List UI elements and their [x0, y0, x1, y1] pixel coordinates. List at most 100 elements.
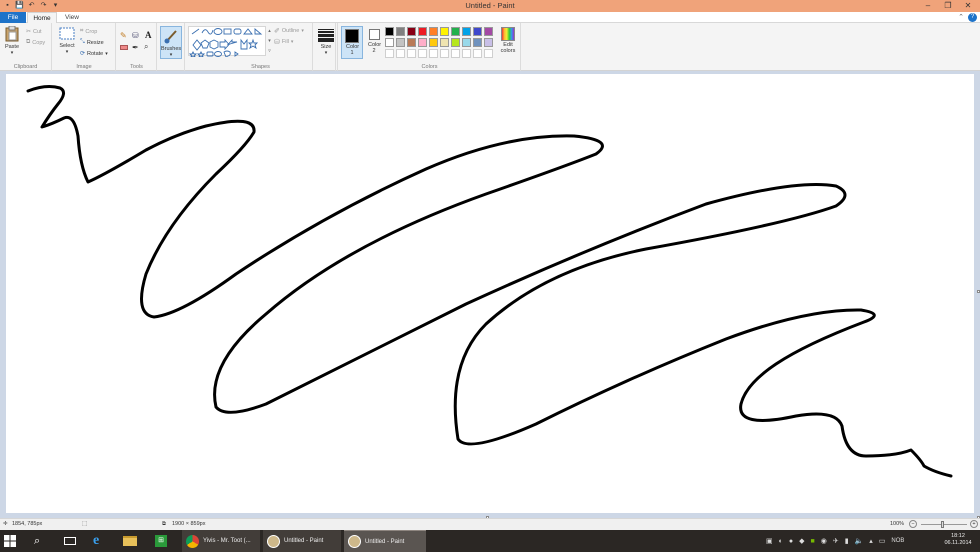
color-picker-icon[interactable]: ✒: [132, 43, 139, 52]
zoom-slider[interactable]: [921, 521, 967, 528]
taskbar-app-label: Yivis - Mr. Toot (...: [203, 538, 251, 544]
image-group-label: Image: [76, 64, 92, 70]
tray-app-icon[interactable]: ◐: [779, 538, 783, 545]
tray-app-icon[interactable]: ◉: [821, 537, 827, 545]
outline-button[interactable]: ✐ Outline ▾: [274, 27, 304, 35]
crop-button[interactable]: ⌗ Crop: [80, 28, 97, 35]
palette-swatch[interactable]: [462, 27, 471, 36]
tab-home[interactable]: Home: [27, 12, 57, 23]
minimize-button[interactable]: –: [918, 0, 938, 12]
palette-swatch[interactable]: [429, 49, 438, 58]
taskbar-app-chrome[interactable]: Yivis - Mr. Toot (...: [182, 530, 260, 552]
ribbon-tabs: File Home View ⌃ ?: [0, 12, 980, 23]
chevron-down-icon: ▾: [169, 52, 173, 58]
volume-icon[interactable]: 🔈: [855, 537, 864, 545]
text-tool-icon[interactable]: A: [145, 30, 152, 40]
chevron-down-icon: ▾: [290, 39, 294, 45]
palette-swatch[interactable]: [484, 27, 493, 36]
palette-swatch[interactable]: [407, 38, 416, 47]
palette-swatch[interactable]: [396, 38, 405, 47]
palette-swatch[interactable]: [451, 27, 460, 36]
task-view-icon[interactable]: [64, 530, 78, 552]
edit-colors-button[interactable]: Edit colors: [497, 26, 519, 54]
tray-app-icon[interactable]: ✈: [833, 537, 839, 545]
palette-swatch[interactable]: [473, 38, 482, 47]
palette-swatch[interactable]: [451, 49, 460, 58]
color1-button[interactable]: Color 1: [341, 26, 363, 59]
eraser-icon[interactable]: [120, 45, 128, 50]
palette-swatch[interactable]: [385, 38, 394, 47]
palette-swatch[interactable]: [473, 49, 482, 58]
palette-swatch[interactable]: [385, 27, 394, 36]
show-hidden-icons-icon[interactable]: ▴: [869, 537, 873, 545]
search-icon[interactable]: ⌕: [34, 530, 48, 552]
paste-button[interactable]: Paste ▾: [3, 25, 21, 56]
size-button[interactable]: Size ▾: [317, 27, 335, 56]
palette-swatch[interactable]: [440, 38, 449, 47]
edit-colors-label: Edit colors: [500, 42, 516, 54]
palette-swatch[interactable]: [484, 49, 493, 58]
fill-button[interactable]: ⛁ Fill ▾: [274, 38, 293, 46]
brushes-button[interactable]: Brushes ▾: [160, 26, 182, 59]
color2-button[interactable]: Color 2: [365, 27, 383, 59]
network-icon[interactable]: ▮: [845, 537, 849, 545]
battery-icon[interactable]: ▭: [879, 537, 886, 545]
palette-swatch[interactable]: [484, 38, 493, 47]
rotate-button[interactable]: ⟳ Rotate ▾: [80, 50, 108, 58]
start-button[interactable]: [3, 530, 21, 552]
palette-swatch[interactable]: [407, 49, 416, 58]
keyboard-language[interactable]: NOB: [891, 538, 904, 544]
copy-icon: ⧉: [26, 39, 31, 45]
palette-swatch[interactable]: [473, 27, 482, 36]
tray-app-icon[interactable]: ◆: [799, 537, 804, 545]
palette-swatch[interactable]: [418, 38, 427, 47]
brushes-group: Brushes ▾: [158, 23, 185, 71]
palette-swatch[interactable]: [462, 49, 471, 58]
maximize-button[interactable]: ❐: [938, 0, 958, 12]
chevron-up-icon[interactable]: ⌃: [958, 13, 964, 22]
taskbar-app-paint-2[interactable]: Untitled - Paint: [344, 530, 426, 552]
palette-swatch[interactable]: [418, 27, 427, 36]
close-button[interactable]: ✕: [958, 0, 978, 12]
drawing-canvas[interactable]: [6, 74, 980, 519]
nvidia-icon[interactable]: ■: [810, 538, 814, 545]
cut-button[interactable]: ✂ Cut: [26, 28, 42, 36]
resize-button[interactable]: ⤡ Resize: [80, 39, 104, 46]
help-icon[interactable]: ?: [968, 13, 977, 22]
palette-swatch[interactable]: [418, 49, 427, 58]
palette-swatch[interactable]: [396, 49, 405, 58]
tray-app-icon[interactable]: ▣: [766, 537, 773, 545]
freehand-stroke: [26, 85, 953, 478]
file-explorer-icon[interactable]: [123, 530, 139, 552]
palette-swatch[interactable]: [440, 27, 449, 36]
rainbow-icon: [501, 27, 515, 41]
tab-file[interactable]: File: [0, 12, 26, 23]
steam-icon[interactable]: ●: [789, 538, 793, 545]
palette-swatch[interactable]: [429, 27, 438, 36]
magnifier-icon[interactable]: ⌕: [144, 42, 148, 52]
zoom-slider-thumb[interactable]: [941, 521, 944, 528]
palette-swatch[interactable]: [451, 38, 460, 47]
copy-button[interactable]: ⧉ Copy: [26, 39, 45, 46]
shapes-icon: [188, 28, 263, 58]
shapes-gallery[interactable]: [188, 26, 266, 58]
zoom-out-button[interactable]: −: [909, 520, 917, 528]
shapes-scroll[interactable]: ▴ ▾ ▿: [267, 26, 272, 56]
internet-explorer-icon[interactable]: e: [93, 530, 109, 552]
clock[interactable]: 18:12 06.11.2014: [940, 533, 976, 547]
zoom-in-button[interactable]: +: [970, 520, 978, 528]
palette-swatch[interactable]: [407, 27, 416, 36]
pencil-icon[interactable]: ✎: [120, 31, 127, 40]
taskbar-app-paint-1[interactable]: Untitled - Paint: [263, 530, 341, 552]
tab-view[interactable]: View: [59, 12, 85, 23]
palette-swatch[interactable]: [385, 49, 394, 58]
fill-bucket-icon[interactable]: ⛁: [132, 31, 139, 40]
rotate-label: Rotate: [87, 50, 104, 57]
palette-swatch[interactable]: [440, 49, 449, 58]
store-icon[interactable]: ⊞: [155, 530, 171, 552]
palette-swatch[interactable]: [462, 38, 471, 47]
palette-swatch[interactable]: [429, 38, 438, 47]
select-button[interactable]: Select ▾: [57, 27, 77, 55]
palette-swatch[interactable]: [396, 27, 405, 36]
clock-date: 06.11.2014: [944, 540, 972, 546]
